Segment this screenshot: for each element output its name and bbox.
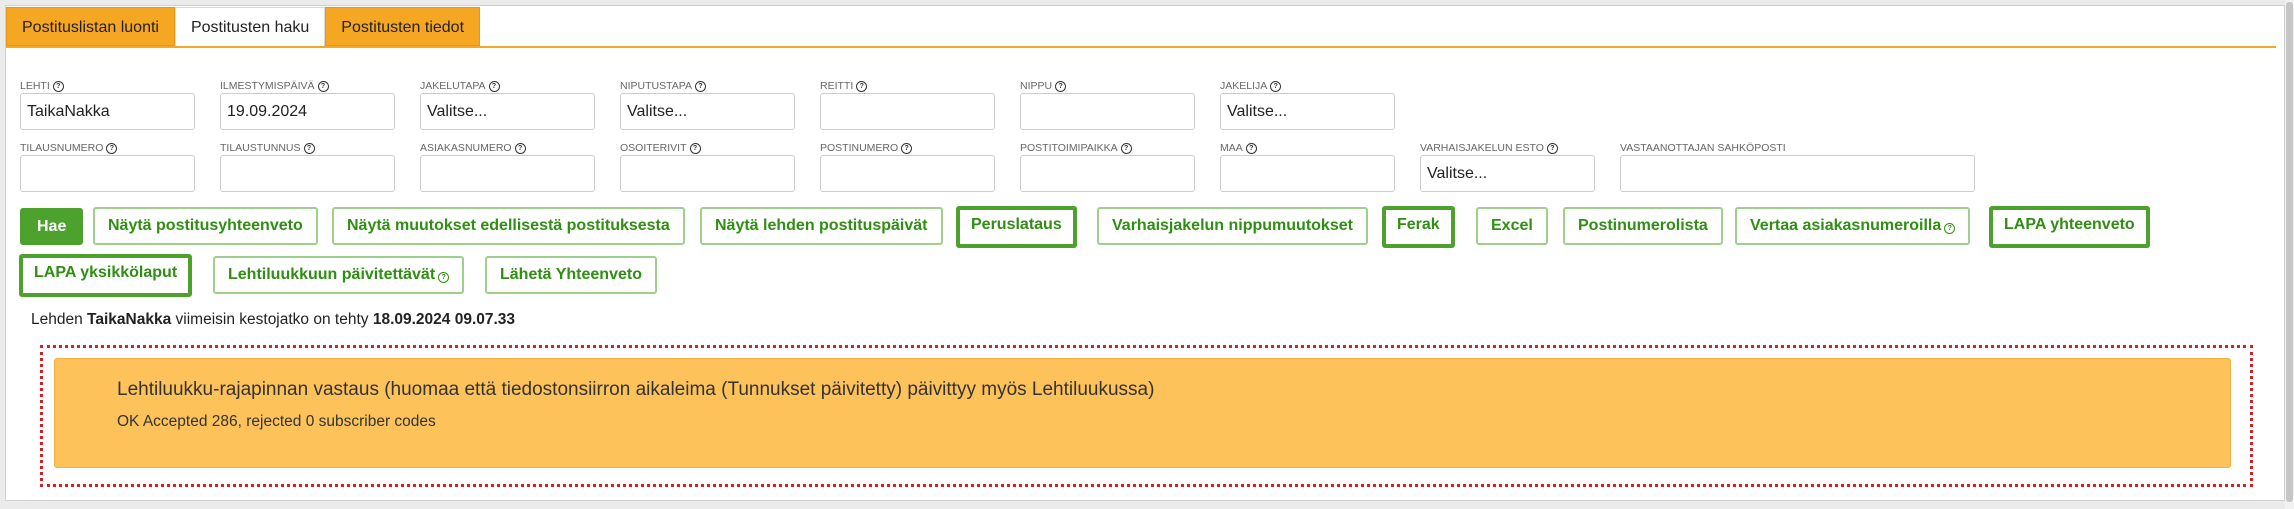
- laheta-yhteenveto-button[interactable]: Lähetä Yhteenveto: [485, 256, 657, 294]
- scrollbar-thumb[interactable]: [2286, 2, 2293, 502]
- field-label: ASIAKASNUMERO: [420, 142, 512, 154]
- vertical-scrollbar[interactable]: [2285, 0, 2294, 509]
- field-label: VASTAANOTTAJAN SAHKÖPOSTI: [1620, 142, 1786, 154]
- lehti-input[interactable]: TaikaNakka: [20, 93, 195, 130]
- tab-bar: Postituslistan luonti Postitusten haku P…: [6, 6, 2284, 46]
- help-icon[interactable]: ?: [1055, 80, 1067, 92]
- postitoimipaikka-input[interactable]: [1020, 155, 1195, 192]
- field-label: REITTI: [820, 80, 854, 92]
- vastaanottajan-sahkoposti-input[interactable]: [1620, 155, 1975, 192]
- field-jakelija: JAKELIJA? Valitse...: [1220, 80, 1395, 130]
- excel-button[interactable]: Excel: [1476, 207, 1548, 245]
- tab-postitusten-tiedot[interactable]: Postitusten tiedot: [325, 7, 481, 46]
- varhaisjakelun-esto-select[interactable]: Valitse...: [1420, 155, 1595, 192]
- ilmestymispaiva-input[interactable]: 19.09.2024: [220, 93, 395, 130]
- tab-underline: [6, 46, 2276, 48]
- help-icon[interactable]: ?: [901, 142, 913, 154]
- lehtiluukku-alert: Lehtiluukku-rajapinnan vastaus (huomaa e…: [54, 358, 2231, 468]
- field-maa: MAA?: [1220, 142, 1395, 192]
- vertaa-asiakasnumeroilla-button[interactable]: Vertaa asiakasnumeroilla?: [1735, 207, 1971, 245]
- help-icon[interactable]: ?: [1245, 142, 1257, 154]
- field-label: ILMESTYMISPÄIVÄ: [220, 80, 315, 92]
- status-middle: viimeisin kestojatko on tehty: [175, 311, 369, 328]
- help-icon[interactable]: ?: [1546, 142, 1558, 154]
- field-label: LEHTI: [20, 80, 50, 92]
- asiakasnumero-input[interactable]: [420, 155, 595, 192]
- status-line: Lehden TaikaNakka viimeisin kestojatko o…: [31, 311, 515, 329]
- help-icon[interactable]: ?: [689, 142, 701, 154]
- hae-button[interactable]: Hae: [20, 208, 84, 245]
- peruslataus-button[interactable]: Peruslataus: [956, 206, 1077, 248]
- help-icon[interactable]: ?: [1270, 80, 1282, 92]
- postinumerolista-button[interactable]: Postinumerolista: [1563, 207, 1723, 245]
- field-label: TILAUSTUNNUS: [220, 142, 301, 154]
- lehtiluukkuun-paivitettavat-button[interactable]: Lehtiluukkuun päivitettävät?: [213, 256, 465, 294]
- varhaisjakelun-nippumuutokset-button[interactable]: Varhaisjakelun nippumuutokset: [1097, 207, 1368, 245]
- help-icon[interactable]: ?: [856, 80, 868, 92]
- help-icon[interactable]: ?: [1120, 142, 1132, 154]
- field-label: TILAUSNUMERO: [20, 142, 104, 154]
- tab-postitusten-haku[interactable]: Postitusten haku: [174, 7, 326, 46]
- field-lehti: LEHTI? TaikaNakka: [20, 80, 195, 130]
- status-datetime: 18.09.2024 09.07.33: [372, 311, 516, 328]
- field-label: POSTINUMERO: [820, 142, 899, 154]
- ferak-button[interactable]: Ferak: [1382, 206, 1455, 248]
- field-tilausnumero: TILAUSNUMERO?: [20, 142, 195, 192]
- nayta-muutokset-button[interactable]: Näytä muutokset edellisestä postituksest…: [332, 207, 685, 245]
- lehtiluukkuun-paivitettavat-label: Lehtiluukkuun päivitettävät: [228, 266, 436, 283]
- field-label: POSTITOIMIPAIKKA: [1020, 142, 1118, 154]
- field-reitti: REITTI?: [820, 80, 995, 130]
- reitti-input[interactable]: [820, 93, 995, 130]
- alert-title: Lehtiluukku-rajapinnan vastaus (huomaa e…: [117, 379, 1155, 400]
- help-icon[interactable]: ?: [514, 142, 526, 154]
- status-prefix: Lehden: [31, 311, 83, 328]
- field-label: JAKELUTAPA: [420, 80, 486, 92]
- help-icon[interactable]: ?: [317, 80, 329, 92]
- osoiterivit-input[interactable]: [620, 155, 795, 192]
- nippu-input[interactable]: [1020, 93, 1195, 130]
- maa-input[interactable]: [1220, 155, 1395, 192]
- field-ilmestymispaiva: ILMESTYMISPÄIVÄ? 19.09.2024: [220, 80, 395, 130]
- help-icon[interactable]: ?: [52, 80, 64, 92]
- field-osoiterivit: OSOITERIVIT?: [620, 142, 795, 192]
- field-label: JAKELIJA: [1220, 80, 1268, 92]
- field-postitoimipaikka: POSTITOIMIPAIKKA?: [1020, 142, 1195, 192]
- field-vastaanottajan-sahkoposti: VASTAANOTTAJAN SAHKÖPOSTI: [1620, 142, 1975, 192]
- help-icon[interactable]: ?: [303, 142, 315, 154]
- help-icon[interactable]: ?: [694, 80, 706, 92]
- field-label: MAA: [1220, 142, 1243, 154]
- field-varhaisjakelun-esto: VARHAISJAKELUN ESTO? Valitse...: [1420, 142, 1595, 192]
- field-niputustapa: NIPUTUSTAPA? Valitse...: [620, 80, 795, 130]
- postinumero-input[interactable]: [820, 155, 995, 192]
- help-icon: ?: [1944, 223, 1956, 234]
- lapa-yksikkolaput-button[interactable]: LAPA yksikkölaput: [19, 254, 193, 297]
- tab-postituslistan-luonti[interactable]: Postituslistan luonti: [6, 7, 175, 46]
- field-postinumero: POSTINUMERO?: [820, 142, 995, 192]
- field-label: NIPPU: [1020, 80, 1053, 92]
- help-icon[interactable]: ?: [106, 142, 118, 154]
- field-nippu: NIPPU?: [1020, 80, 1195, 130]
- lapa-yhteenveto-button[interactable]: LAPA yhteenveto: [1989, 206, 2150, 248]
- help-icon[interactable]: ?: [488, 80, 500, 92]
- niputustapa-select[interactable]: Valitse...: [620, 93, 795, 130]
- field-label: OSOITERIVIT: [620, 142, 687, 154]
- field-label: VARHAISJAKELUN ESTO: [1420, 142, 1544, 154]
- nayta-postituspaivat-button[interactable]: Näytä lehden postituspäivät: [700, 207, 943, 245]
- jakelutapa-select[interactable]: Valitse...: [420, 93, 595, 130]
- nayta-postitusyhteenveto-button[interactable]: Näytä postitusyhteenveto: [93, 207, 318, 245]
- field-jakelutapa: JAKELUTAPA? Valitse...: [420, 80, 595, 130]
- field-tilaustunnus: TILAUSTUNNUS?: [220, 142, 395, 192]
- alert-message: OK Accepted 286, rejected 0 subscriber c…: [117, 413, 436, 430]
- tilausnumero-input[interactable]: [20, 155, 195, 192]
- tilaustunnus-input[interactable]: [220, 155, 395, 192]
- field-asiakasnumero: ASIAKASNUMERO?: [420, 142, 595, 192]
- status-paper-name: TaikaNakka: [87, 311, 172, 328]
- field-label: NIPUTUSTAPA: [620, 80, 692, 92]
- help-icon: ?: [438, 272, 450, 283]
- jakelija-select[interactable]: Valitse...: [1220, 93, 1395, 130]
- vertaa-asiakasnumeroilla-label: Vertaa asiakasnumeroilla: [1750, 217, 1942, 234]
